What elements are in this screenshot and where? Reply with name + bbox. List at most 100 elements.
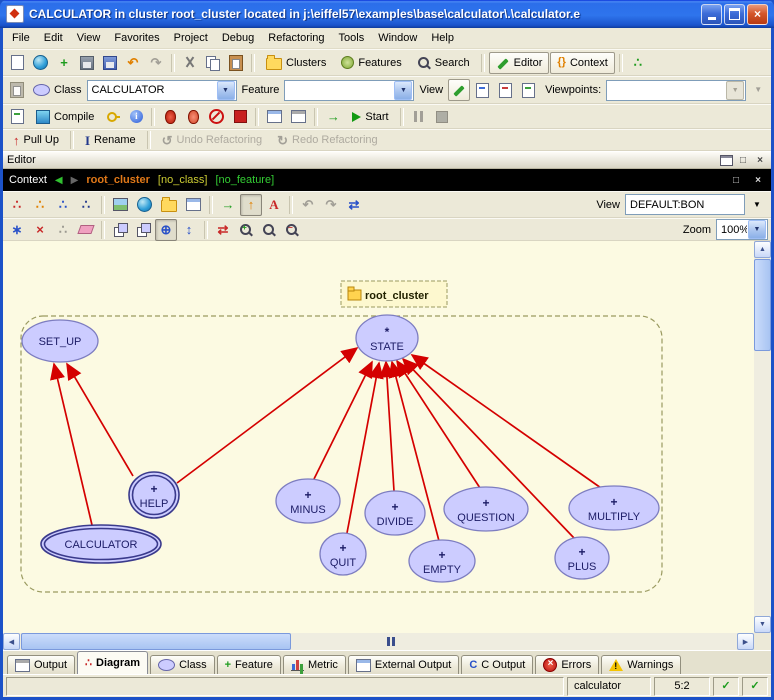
menu-view[interactable]: View: [70, 30, 108, 46]
scroll-down-button[interactable]: ▼: [754, 616, 771, 633]
maximize-panel-button[interactable]: □: [736, 154, 750, 167]
diagram-view-combobox[interactable]: DEFAULT:BON: [625, 194, 745, 215]
context-cluster[interactable]: root_cluster: [86, 174, 150, 186]
clusters-button[interactable]: Clusters: [259, 52, 333, 74]
close-panel-button[interactable]: ×: [753, 154, 767, 167]
history-button[interactable]: [6, 79, 28, 101]
tab-metric[interactable]: Metric: [283, 655, 346, 674]
tab-c-output[interactable]: CC Output: [461, 655, 533, 674]
chevron-down-icon[interactable]: ▼: [394, 81, 412, 100]
menu-tools[interactable]: Tools: [332, 30, 372, 46]
menu-refactoring[interactable]: Refactoring: [261, 30, 331, 46]
menu-project[interactable]: Project: [167, 30, 215, 46]
tab-errors[interactable]: Errors: [535, 655, 599, 674]
scroll-up-button[interactable]: ▲: [754, 241, 771, 258]
go-to-target-button[interactable]: →: [217, 194, 239, 216]
horizontal-scrollbar-track[interactable]: [292, 633, 737, 650]
vertical-scrollbar-thumb[interactable]: [754, 259, 771, 351]
vertical-scrollbar[interactable]: ▲ ▼: [754, 241, 771, 633]
export-html-button[interactable]: [133, 194, 156, 216]
class-diagram[interactable]: root_clusterSET_UP*STATE+HELPCALCULATOR+…: [3, 241, 754, 633]
menu-favorites[interactable]: Favorites: [107, 30, 166, 46]
paste-button[interactable]: [225, 52, 247, 74]
project-info-button[interactable]: [125, 106, 147, 128]
copy-button[interactable]: [202, 52, 224, 74]
go-button[interactable]: →: [322, 106, 344, 128]
compile-button[interactable]: Compile: [29, 106, 101, 128]
zoom-fit-button[interactable]: [258, 219, 280, 241]
toggle-relations-button[interactable]: ⇄: [212, 219, 234, 241]
debug-window-button[interactable]: [263, 106, 286, 128]
tab-feature[interactable]: +Feature: [217, 655, 281, 674]
maximize-button[interactable]: [724, 4, 745, 25]
rename-button[interactable]: IRename: [78, 129, 143, 151]
menu-edit[interactable]: Edit: [37, 30, 70, 46]
ignore-breakpoints-button[interactable]: [205, 106, 228, 128]
maximize-context-button[interactable]: □: [729, 174, 743, 187]
menu-window[interactable]: Window: [371, 30, 424, 46]
scroll-right-button[interactable]: ▶: [737, 633, 754, 650]
tab-external-output[interactable]: External Output: [348, 655, 459, 674]
feature-combobox[interactable]: ▼: [284, 80, 414, 101]
search-button[interactable]: Search: [410, 52, 477, 74]
chevron-down-icon[interactable]: ▼: [217, 81, 235, 100]
zoom-out-button[interactable]: −: [281, 219, 303, 241]
melt-button[interactable]: [6, 106, 28, 128]
editor-toggle-button[interactable]: Editor: [489, 52, 550, 74]
redo-button[interactable]: ↷: [145, 52, 167, 74]
new-cluster-tool-button[interactable]: ∴: [29, 194, 51, 216]
edit-view-button[interactable]: [448, 79, 470, 101]
clear-breakpoints-button[interactable]: [229, 106, 251, 128]
open-project-button[interactable]: [29, 52, 52, 74]
flat-view-button[interactable]: [471, 79, 493, 101]
put-class-button[interactable]: ↑: [240, 194, 262, 216]
features-button[interactable]: Features: [334, 52, 408, 74]
history-back-button[interactable]: ◀: [55, 175, 63, 186]
float-panel-button[interactable]: [719, 154, 733, 167]
toggle-links-button[interactable]: ⇄: [343, 194, 365, 216]
pull-up-button[interactable]: ↑Pull Up: [6, 129, 66, 151]
anchor-button[interactable]: ∴: [52, 219, 74, 241]
force-layout-button[interactable]: ∗: [6, 219, 28, 241]
center-diagram-button[interactable]: ⊕: [155, 219, 177, 241]
horizontal-scrollbar[interactable]: ◀ ▶: [3, 633, 754, 650]
viewpoints-combobox[interactable]: ▼: [606, 80, 746, 101]
new-class-tool-button[interactable]: ∴: [6, 194, 28, 216]
tab-warnings[interactable]: Warnings: [601, 655, 681, 674]
inheritance-link-tool-button[interactable]: ∴: [75, 194, 97, 216]
undo-button[interactable]: ↶: [122, 52, 144, 74]
interface-view-button[interactable]: [517, 79, 539, 101]
debug-step-button[interactable]: [182, 106, 204, 128]
class-combobox[interactable]: CALCULATOR▼: [87, 80, 237, 101]
text-label-button[interactable]: A: [263, 194, 285, 216]
diagram-tool-button[interactable]: ∴: [627, 52, 649, 74]
tab-diagram[interactable]: ∴Diagram: [77, 651, 148, 674]
menu-debug[interactable]: Debug: [215, 30, 261, 46]
title-bar[interactable]: CALCULATOR in cluster root_cluster locat…: [0, 0, 774, 28]
snapshot-button[interactable]: [132, 219, 154, 241]
delete-item-button[interactable]: ×: [29, 219, 51, 241]
add-item-button[interactable]: +: [53, 52, 75, 74]
client-link-tool-button[interactable]: ∴: [52, 194, 74, 216]
diagram-canvas[interactable]: root_clusterSET_UP*STATE+HELPCALCULATOR+…: [3, 241, 754, 633]
exception-window-button[interactable]: [287, 106, 310, 128]
cut-button[interactable]: [179, 52, 201, 74]
open-diagram-folder-button[interactable]: [157, 194, 181, 216]
zoom-combobox[interactable]: 100%▼: [716, 219, 768, 240]
chevron-down-icon[interactable]: ▼: [748, 220, 766, 239]
tab-output[interactable]: Output: [7, 655, 75, 674]
zoom-in-button[interactable]: +: [235, 219, 257, 241]
menu-file[interactable]: File: [5, 30, 37, 46]
sort-depth-button[interactable]: ↕: [178, 219, 200, 241]
diagram-view-dropdown-button[interactable]: ▼: [746, 194, 768, 216]
tab-class[interactable]: Class: [150, 655, 215, 674]
start-button[interactable]: Start: [345, 106, 395, 128]
fit-to-screen-button[interactable]: [109, 219, 131, 241]
clients-view-button[interactable]: [494, 79, 516, 101]
erase-button[interactable]: [75, 219, 97, 241]
context-toggle-button[interactable]: {}Context: [550, 52, 614, 74]
diagram-window-button[interactable]: [182, 194, 205, 216]
save-all-button[interactable]: [99, 52, 121, 74]
menu-help[interactable]: Help: [424, 30, 461, 46]
debug-run-button[interactable]: [159, 106, 181, 128]
